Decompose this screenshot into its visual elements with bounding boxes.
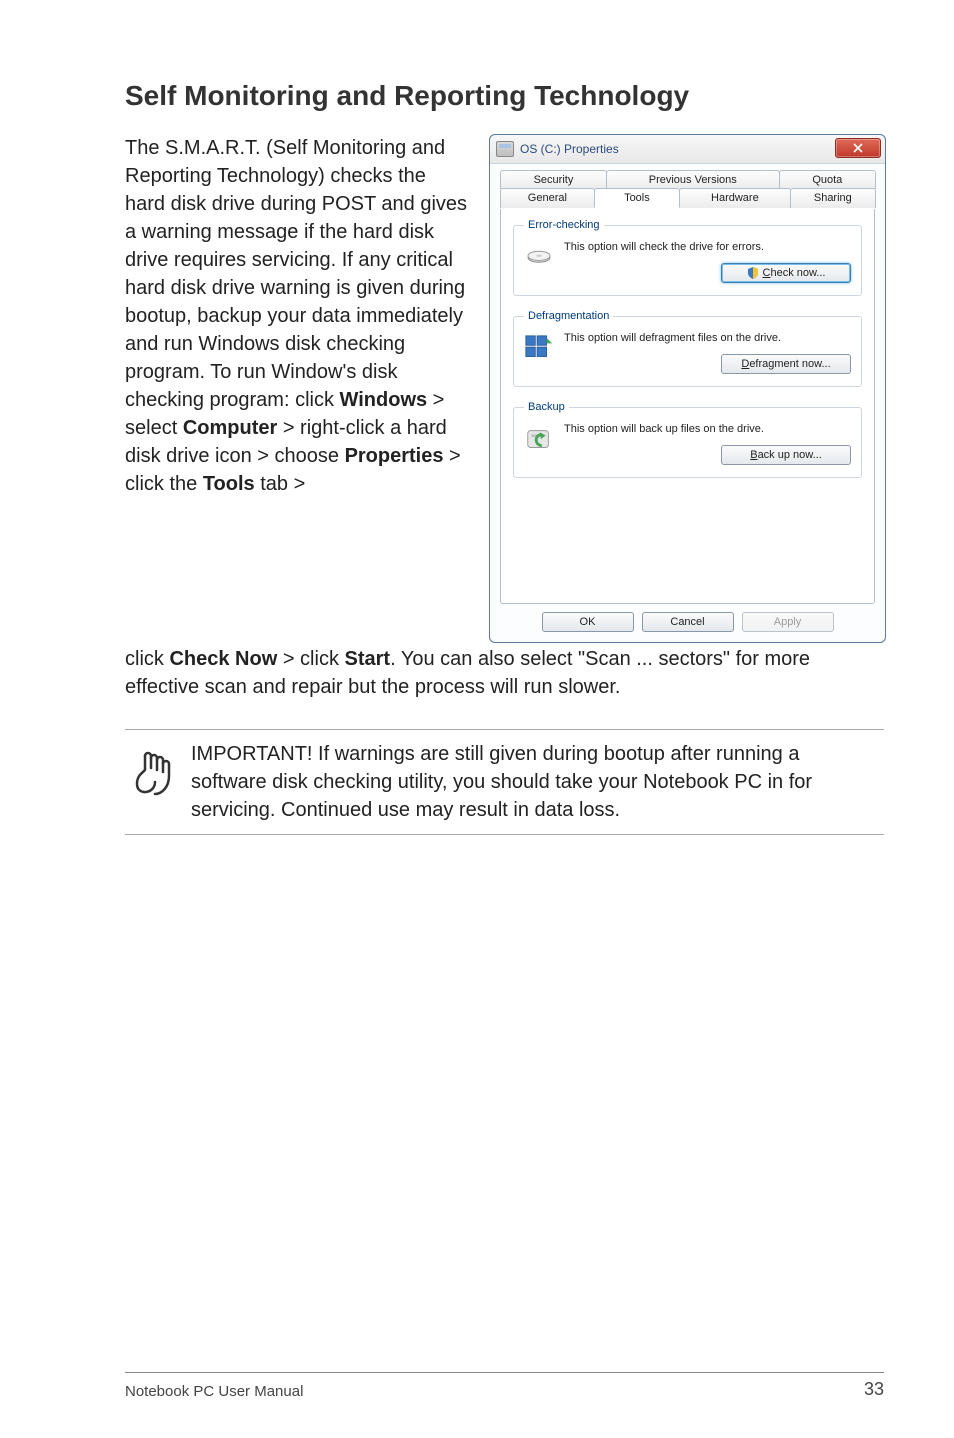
tab-hardware[interactable]: Hardware xyxy=(679,188,791,208)
section-title: Self Monitoring and Reporting Technology xyxy=(125,80,884,112)
back-up-now-button[interactable]: Back up now... xyxy=(721,445,851,465)
error-checking-group: Error-checking xyxy=(513,219,862,296)
tab-sharing[interactable]: Sharing xyxy=(790,188,876,208)
backup-legend: Backup xyxy=(524,401,569,413)
cancel-button[interactable]: Cancel xyxy=(642,612,734,632)
tab-quota[interactable]: Quota xyxy=(779,170,876,189)
footer-text: Notebook PC User Manual xyxy=(125,1383,303,1400)
properties-dialog: OS (C:) Properties Security Previous Ver… xyxy=(489,134,886,643)
defragmentation-desc: This option will defragment files on the… xyxy=(564,332,851,344)
backup-icon xyxy=(524,423,554,458)
dialog-titlebar[interactable]: OS (C:) Properties xyxy=(490,135,885,164)
page-number: 33 xyxy=(864,1379,884,1400)
close-icon xyxy=(853,143,863,153)
tab-general[interactable]: General xyxy=(500,188,595,208)
tab-security[interactable]: Security xyxy=(500,170,607,189)
tab-previous-versions[interactable]: Previous Versions xyxy=(606,170,780,189)
backup-group: Backup xyxy=(513,401,862,478)
check-now-button[interactable]: Check now... xyxy=(721,263,851,283)
backup-desc: This option will back up files on the dr… xyxy=(564,423,851,435)
defragmentation-legend: Defragmentation xyxy=(524,310,613,322)
important-note-text: IMPORTANT! If warnings are still given d… xyxy=(191,740,880,824)
defragmentation-icon xyxy=(524,332,554,367)
tab-tools[interactable]: Tools xyxy=(594,188,680,208)
error-checking-desc: This option will check the drive for err… xyxy=(564,241,851,253)
body-text-left: The S.M.A.R.T. (Self Monitoring and Repo… xyxy=(125,134,471,643)
important-note-icon xyxy=(125,740,173,805)
shield-icon xyxy=(747,267,759,279)
error-checking-icon xyxy=(524,241,554,268)
apply-button[interactable]: Apply xyxy=(742,612,834,632)
error-checking-legend: Error-checking xyxy=(524,219,604,231)
body-text-after: click Check Now > click Start. You can a… xyxy=(125,645,884,701)
ok-button[interactable]: OK xyxy=(542,612,634,632)
defragment-now-button[interactable]: Defragment now... xyxy=(721,354,851,374)
close-button[interactable] xyxy=(835,138,881,158)
defragmentation-group: Defragmentation xyxy=(513,310,862,387)
important-note-box: IMPORTANT! If warnings are still given d… xyxy=(125,729,884,835)
drive-icon xyxy=(496,141,514,157)
dialog-title: OS (C:) Properties xyxy=(520,142,619,156)
